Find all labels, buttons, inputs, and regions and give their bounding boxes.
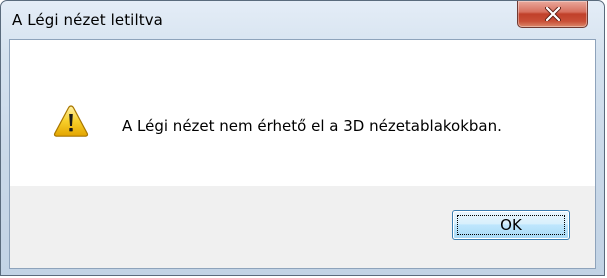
ok-button-label: OK [500,216,522,234]
dialog-message: A Légi nézet nem érhető el a 3D nézetabl… [122,117,502,135]
warning-icon [53,105,89,137]
dialog-client-area: A Légi nézet nem érhető el a 3D nézetabl… [9,39,596,269]
window-title: A Légi nézet letiltva [12,11,163,29]
button-bar: OK [10,186,595,268]
title-bar[interactable]: A Légi nézet letiltva [1,1,604,39]
dialog-window: A Légi nézet letiltva A Légi nézet nem é… [0,0,605,276]
message-area: A Légi nézet nem érhető el a 3D nézetabl… [10,40,595,186]
close-icon [545,7,561,21]
ok-button[interactable]: OK [452,210,570,240]
close-button[interactable] [517,1,588,28]
